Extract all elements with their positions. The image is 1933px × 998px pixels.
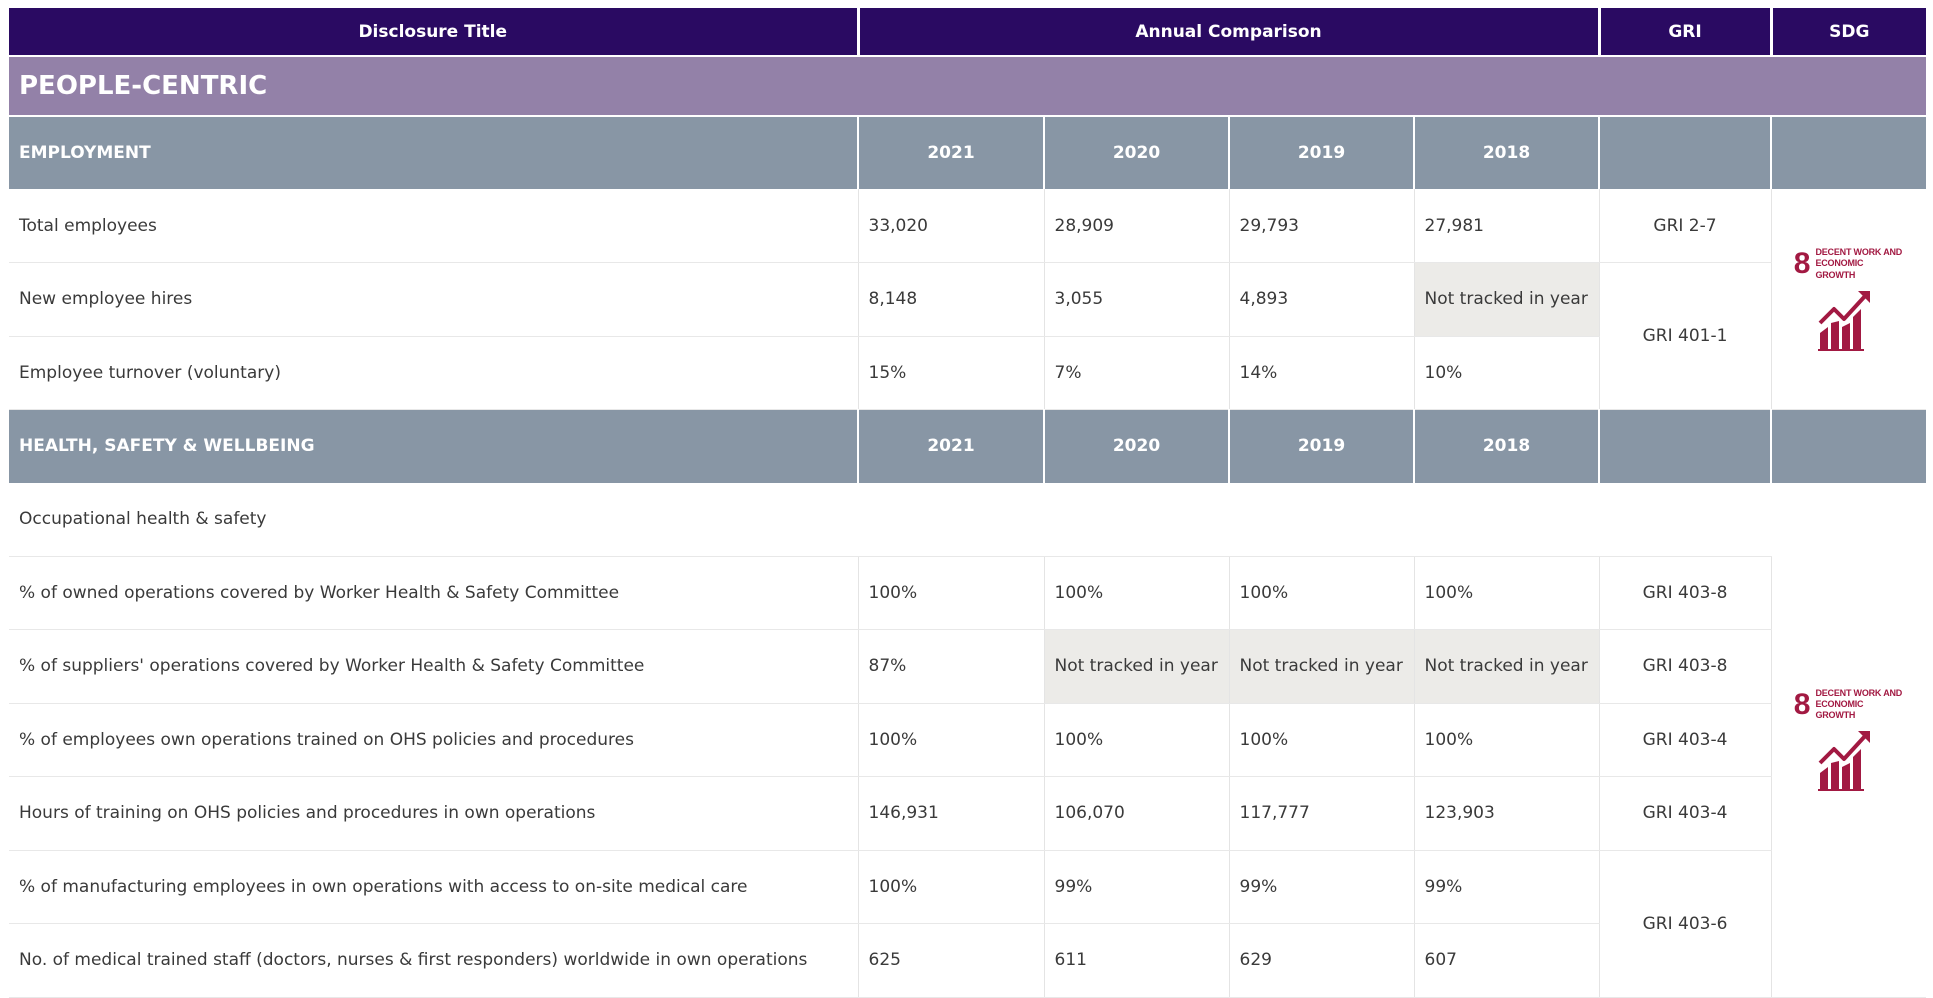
health-year: 2018 xyxy=(1414,409,1600,483)
row-value: 14% xyxy=(1229,336,1415,410)
section-title: PEOPLE-CENTRIC xyxy=(9,55,1926,117)
row-value: 4,893 xyxy=(1229,262,1415,337)
growth-chart-icon xyxy=(1817,731,1870,792)
header-disclosure-title: Disclosure Title xyxy=(9,8,860,56)
row-value: 106,070 xyxy=(1044,776,1230,851)
row-value: 29,793 xyxy=(1229,189,1415,263)
row-value-not-tracked: Not tracked in year xyxy=(1414,629,1600,704)
employment-year: 2020 xyxy=(1044,116,1230,189)
sdg-8-badge: 8 DECENT WORK AND ECONOMIC GROWTH xyxy=(1794,688,1904,792)
sdg-title-line2: ECONOMIC GROWTH xyxy=(1815,258,1864,280)
table-row: Total employees 33,020 28,909 29,793 27,… xyxy=(9,189,1926,410)
row-value: 100% xyxy=(1229,703,1415,777)
employment-year: 2021 xyxy=(858,116,1045,189)
sdg-8-badge: 8 DECENT WORK AND ECONOMIC GROWTH xyxy=(1794,247,1904,351)
row-value: 629 xyxy=(1229,923,1415,998)
table-row: % of manufacturing employees in own oper… xyxy=(9,850,1926,998)
row-value: 611 xyxy=(1044,923,1230,998)
row-value: 100% xyxy=(858,850,1045,924)
row-value: 607 xyxy=(1414,923,1600,998)
row-value: 146,931 xyxy=(858,776,1045,851)
sdg-title-line2: ECONOMIC GROWTH xyxy=(1815,698,1864,721)
row-label: % of owned operations covered by Worker … xyxy=(9,556,859,630)
growth-chart-icon xyxy=(1817,290,1870,351)
row-value-not-tracked: Not tracked in year xyxy=(1229,629,1415,704)
row-value: 3,055 xyxy=(1044,262,1230,337)
sdg-title-line1: DECENT WORK AND xyxy=(1815,687,1903,698)
disclosure-table-wrapper: Disclosure Title Annual Comparison GRI S… xyxy=(9,8,1926,998)
table-row: % of suppliers' operations covered by Wo… xyxy=(9,629,1926,704)
employment-year: 2019 xyxy=(1229,116,1415,189)
sdg-number: 8 xyxy=(1793,687,1811,721)
sdg-number: 8 xyxy=(1793,247,1811,280)
row-value: 123,903 xyxy=(1414,776,1600,851)
table-row: Occupational health & safety 8 DECENT WO… xyxy=(9,482,1926,998)
table-row: % of employees own operations trained on… xyxy=(9,703,1926,777)
row-gri: GRI 403-8 xyxy=(1599,629,1772,704)
row-label: Hours of training on OHS policies and pr… xyxy=(9,776,859,851)
row-value: 100% xyxy=(1044,703,1230,777)
row-label: % of employees own operations trained on… xyxy=(9,703,859,777)
sdg-cell: 8 DECENT WORK AND ECONOMIC GROWTH xyxy=(1771,189,1926,410)
row-value: 100% xyxy=(1229,556,1415,630)
row-label: No. of medical trained staff (doctors, n… xyxy=(9,923,859,998)
row-value: 100% xyxy=(1044,556,1230,630)
row-value: 33,020 xyxy=(858,189,1045,263)
row-gri: GRI 403-8 xyxy=(1599,556,1772,630)
row-value: 99% xyxy=(1414,850,1600,924)
table-header-row: Disclosure Title Annual Comparison GRI S… xyxy=(9,8,1926,56)
row-value: 10% xyxy=(1414,336,1600,410)
table-row: % of owned operations covered by Worker … xyxy=(9,556,1926,630)
row-value: 99% xyxy=(1229,850,1415,924)
row-gri: GRI 401-1 xyxy=(1599,262,1772,410)
health-header-row: HEALTH, SAFETY & WELLBEING 2021 2020 201… xyxy=(9,409,1926,483)
section-row: PEOPLE-CENTRIC xyxy=(9,55,1926,117)
row-value: 87% xyxy=(858,629,1045,704)
row-value: 99% xyxy=(1044,850,1230,924)
row-gri: GRI 2-7 xyxy=(1599,189,1772,263)
health-intro-label: Occupational health & safety xyxy=(9,482,1771,557)
employment-title: EMPLOYMENT xyxy=(9,116,859,189)
employment-header-row: EMPLOYMENT 2021 2020 2019 2018 xyxy=(9,116,1926,189)
row-label: Employee turnover (voluntary) xyxy=(9,336,859,410)
row-value: 28,909 xyxy=(1044,189,1230,263)
health-year: 2021 xyxy=(858,409,1045,483)
row-value: 117,777 xyxy=(1229,776,1415,851)
table-row: New employee hires 8,148 3,055 4,893 Not… xyxy=(9,262,1926,410)
health-title: HEALTH, SAFETY & WELLBEING xyxy=(9,409,859,483)
employment-header-sdg-blank xyxy=(1771,116,1926,189)
row-value-not-tracked: Not tracked in year xyxy=(1044,629,1230,704)
row-value: 100% xyxy=(858,703,1045,777)
header-annual-comparison: Annual Comparison xyxy=(858,8,1601,56)
row-value: 8,148 xyxy=(858,262,1045,337)
row-value-not-tracked: Not tracked in year xyxy=(1414,262,1600,337)
sdg-cell: 8 DECENT WORK AND ECONOMIC GROWTH xyxy=(1771,482,1926,998)
row-value: 15% xyxy=(858,336,1045,410)
health-header-sdg-blank xyxy=(1771,409,1926,483)
employment-header-gri-blank xyxy=(1599,116,1772,189)
health-year: 2020 xyxy=(1044,409,1230,483)
sdg-title-line1: DECENT WORK AND xyxy=(1815,247,1903,258)
row-gri: GRI 403-6 xyxy=(1599,850,1772,998)
row-value: 100% xyxy=(1414,703,1600,777)
header-sdg: SDG xyxy=(1771,8,1926,56)
row-label: New employee hires xyxy=(9,262,859,337)
disclosure-table: Disclosure Title Annual Comparison GRI S… xyxy=(9,8,1926,998)
row-value: 27,981 xyxy=(1414,189,1600,263)
row-value: 7% xyxy=(1044,336,1230,410)
health-header-gri-blank xyxy=(1599,409,1772,483)
row-value: 100% xyxy=(858,556,1045,630)
row-value: 625 xyxy=(858,923,1045,998)
employment-year: 2018 xyxy=(1414,116,1600,189)
table-row: Hours of training on OHS policies and pr… xyxy=(9,776,1926,851)
row-label: % of suppliers' operations covered by Wo… xyxy=(9,629,859,704)
row-value: 100% xyxy=(1414,556,1600,630)
health-year: 2019 xyxy=(1229,409,1415,483)
row-gri: GRI 403-4 xyxy=(1599,776,1772,851)
row-gri: GRI 403-4 xyxy=(1599,703,1772,777)
row-label: Total employees xyxy=(9,189,859,263)
header-gri: GRI xyxy=(1599,8,1773,56)
row-label: % of manufacturing employees in own oper… xyxy=(9,850,859,924)
